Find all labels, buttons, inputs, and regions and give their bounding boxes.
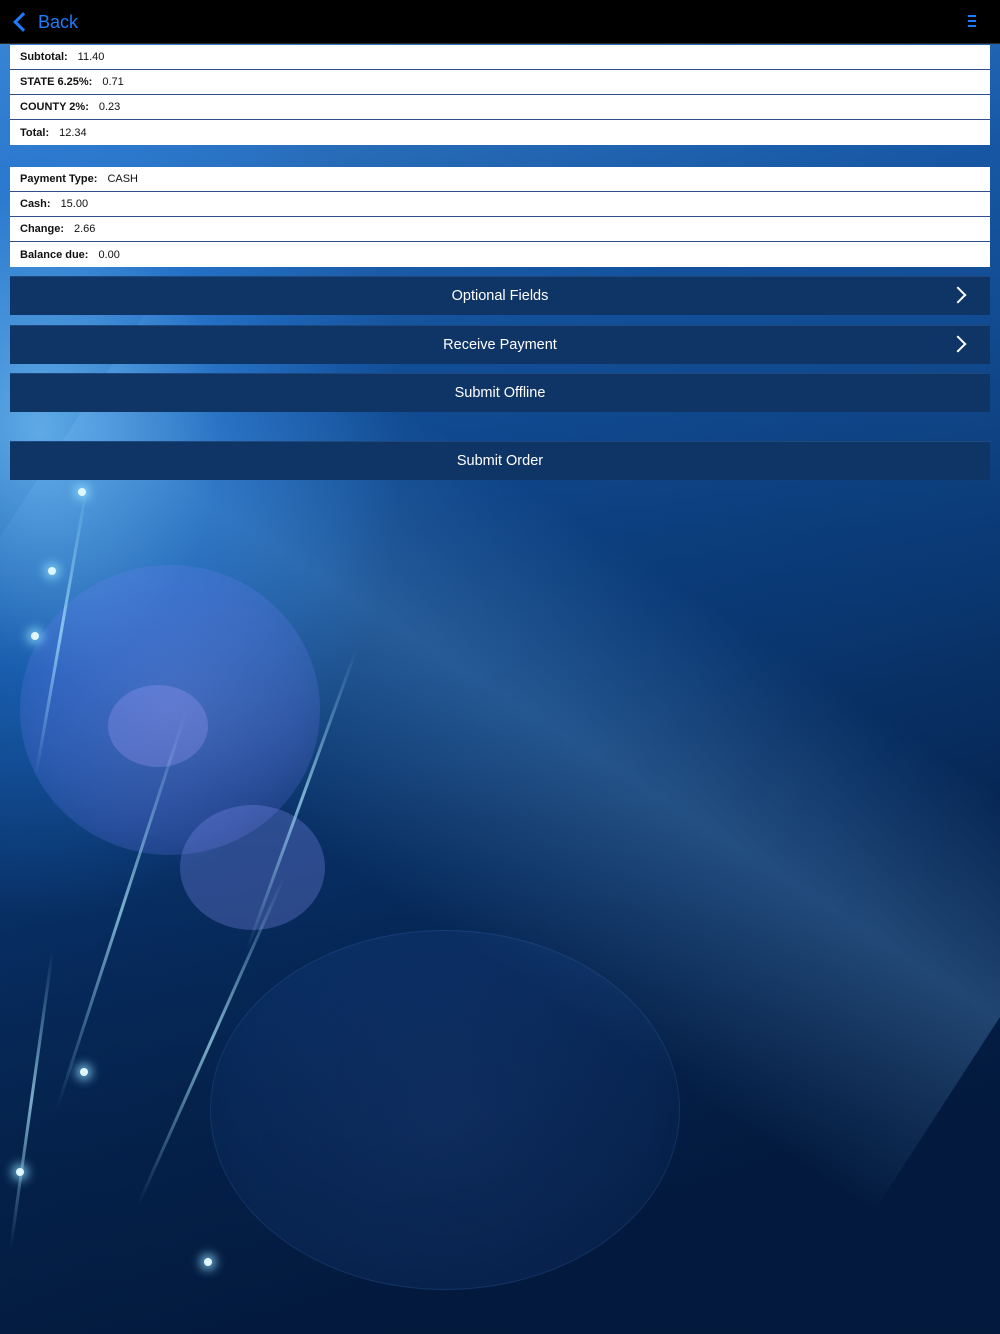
menu-icon-bar: [968, 20, 976, 22]
totals-row-state-tax: STATE 6.25%: 0.71: [10, 70, 990, 95]
row-value: 11.40: [77, 51, 105, 63]
light-dot: [80, 1068, 88, 1076]
button-label: Optional Fields: [451, 288, 549, 304]
row-label: Total:: [20, 126, 50, 139]
row-value: 0.71: [102, 76, 124, 88]
row-label: Cash:: [20, 198, 51, 210]
row-label: Subtotal:: [20, 51, 68, 63]
light-dot: [31, 632, 39, 640]
submit-offline-button[interactable]: Submit Offline: [10, 373, 990, 412]
light-dot: [16, 1168, 24, 1176]
bokeh-orb: [180, 805, 325, 930]
row-value: CASH: [107, 173, 138, 185]
totals-row-county-tax: COUNTY 2%: 0.23: [10, 95, 990, 120]
bokeh-orb: [210, 930, 680, 1290]
chevron-right-icon: [949, 335, 967, 353]
row-label: Change:: [20, 223, 64, 235]
light-dot: [48, 567, 56, 575]
row-value: 15.00: [60, 198, 89, 210]
row-value: 12.34: [59, 126, 87, 139]
button-label: Receive Payment: [443, 337, 557, 353]
back-button[interactable]: Back: [10, 8, 78, 36]
button-label: Submit Offline: [454, 385, 546, 401]
chevron-right-icon: [949, 286, 967, 304]
submit-order-button[interactable]: Submit Order: [10, 441, 990, 480]
button-label: Submit Order: [456, 453, 544, 469]
row-value: 0.23: [98, 101, 121, 113]
row-label: Payment Type:: [20, 173, 98, 185]
payment-table: Payment Type: CASH Cash: 15.00 Change: 2…: [10, 167, 990, 267]
row-value: 2.66: [74, 223, 96, 235]
light-streak: [9, 951, 54, 1249]
menu-icon-bar: [968, 25, 976, 27]
totals-row-total: Total: 12.34: [10, 120, 990, 145]
totals-table: Subtotal: 11.40 STATE 6.25%: 0.71 COUNTY…: [10, 45, 990, 145]
menu-button[interactable]: [968, 15, 976, 27]
light-dot: [204, 1258, 212, 1266]
light-dot: [78, 488, 86, 496]
row-label: Balance due:: [20, 248, 89, 261]
bokeh-orb: [108, 685, 208, 767]
payment-row-balance-due: Balance due: 0.00: [10, 242, 990, 267]
menu-icon-bar: [968, 15, 976, 17]
back-label: Back: [38, 11, 79, 32]
receive-payment-button[interactable]: Receive Payment: [10, 325, 990, 364]
optional-fields-button[interactable]: Optional Fields: [10, 276, 990, 315]
row-label: COUNTY 2%:: [20, 101, 89, 113]
row-label: STATE 6.25%:: [20, 76, 93, 88]
payment-row-change: Change: 2.66: [10, 217, 990, 242]
chevron-left-icon: [13, 12, 33, 32]
payment-row-cash: Cash: 15.00: [10, 192, 990, 217]
payment-row-type: Payment Type: CASH: [10, 167, 990, 192]
row-value: 0.00: [98, 248, 120, 261]
navigation-bar: Back: [0, 0, 1000, 44]
totals-row-subtotal: Subtotal: 11.40: [10, 45, 990, 70]
